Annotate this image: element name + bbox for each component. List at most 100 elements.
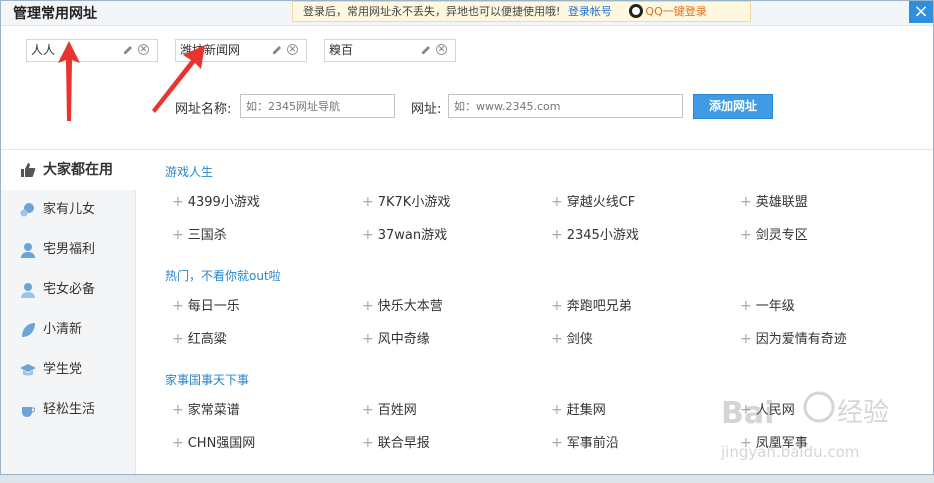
site-link[interactable]: + 剑侠 bbox=[551, 328, 593, 347]
site-name-input[interactable] bbox=[240, 94, 395, 118]
dialog-title: 管理常用网址 bbox=[13, 6, 97, 22]
site-link-label: 快乐大本营 bbox=[377, 299, 443, 314]
watermark-brand-cn: 经验 bbox=[837, 398, 889, 428]
section-title: 热门，不看你就out啦 bbox=[165, 269, 281, 283]
site-name-label: 网址名称: bbox=[175, 102, 232, 117]
red-arrow-annotation bbox=[58, 41, 80, 121]
site-link-label: 三国杀 bbox=[187, 228, 227, 243]
plus-icon[interactable]: + bbox=[551, 402, 563, 418]
family-icon bbox=[20, 203, 34, 217]
plus-icon[interactable]: + bbox=[172, 227, 184, 243]
saved-site-chip[interactable]: 人人 ✕ bbox=[26, 39, 158, 62]
site-url-input[interactable] bbox=[448, 94, 683, 118]
site-link-label: 穿越火线CF bbox=[566, 195, 636, 210]
sidebar-item-guys[interactable]: 宅男福利 bbox=[1, 230, 136, 270]
plus-icon[interactable]: + bbox=[740, 331, 752, 347]
notice-text: 登录后，常用网址永不丢失，异地也可以便捷使用哦! bbox=[303, 5, 561, 18]
plus-icon[interactable]: + bbox=[172, 298, 184, 314]
plus-icon[interactable]: + bbox=[172, 402, 184, 418]
sidebar-item-label: 大家都在用 bbox=[43, 162, 113, 178]
plus-icon[interactable]: + bbox=[362, 402, 374, 418]
plus-icon[interactable]: + bbox=[172, 435, 184, 451]
edit-pencil-icon[interactable] bbox=[421, 45, 431, 55]
site-link[interactable]: + 赶集网 bbox=[551, 399, 606, 418]
section-title: 游戏人生 bbox=[165, 165, 214, 179]
site-link[interactable]: + 一年级 bbox=[740, 295, 795, 314]
plus-icon[interactable]: + bbox=[740, 298, 752, 314]
plus-icon[interactable]: + bbox=[362, 331, 374, 347]
sidebar-item-lifestyle[interactable]: 轻松生活 bbox=[1, 390, 136, 430]
login-notice: 登录后，常用网址永不丢失，异地也可以便捷使用哦! 登录帐号 QQ一键登录 bbox=[292, 1, 751, 22]
sidebar-item-label: 学生党 bbox=[43, 362, 83, 377]
plus-icon[interactable]: + bbox=[362, 298, 374, 314]
site-link-label: 英雄联盟 bbox=[755, 195, 808, 210]
sidebar-item-family[interactable]: 家有儿女 bbox=[1, 190, 136, 230]
add-site-button[interactable]: 添加网址 bbox=[693, 94, 773, 119]
site-link[interactable]: + 英雄联盟 bbox=[740, 191, 808, 210]
site-link-label: 剑侠 bbox=[566, 332, 593, 347]
delete-icon[interactable]: ✕ bbox=[138, 44, 149, 55]
leaf-icon bbox=[22, 323, 35, 337]
close-button[interactable]: × bbox=[909, 1, 933, 23]
site-link[interactable]: + 风中奇缘 bbox=[362, 328, 430, 347]
site-link-label: CHN强国网 bbox=[187, 436, 256, 451]
site-link-label: 剑灵专区 bbox=[755, 228, 808, 243]
qq-login-label: QQ一键登录 bbox=[645, 5, 707, 18]
plus-icon[interactable]: + bbox=[740, 227, 752, 243]
plus-icon[interactable]: + bbox=[551, 331, 563, 347]
plus-icon[interactable]: + bbox=[551, 435, 563, 451]
edit-pencil-icon[interactable] bbox=[123, 45, 133, 55]
sidebar-item-popular[interactable]: 大家都在用 bbox=[1, 150, 137, 190]
delete-icon[interactable]: ✕ bbox=[436, 44, 447, 55]
site-link[interactable]: + 每日一乐 bbox=[172, 295, 240, 314]
site-link-label: 每日一乐 bbox=[187, 299, 240, 314]
plus-icon[interactable]: + bbox=[172, 194, 184, 210]
login-account-link[interactable]: 登录帐号 bbox=[568, 5, 612, 18]
sidebar-item-students[interactable]: 学生党 bbox=[1, 350, 136, 390]
plus-icon[interactable]: + bbox=[551, 298, 563, 314]
site-link[interactable]: + 剑灵专区 bbox=[740, 224, 808, 243]
category-sidebar: 大家都在用 家有儿女 宅男福利 宅女必备 小清新 学生党 轻松生活 bbox=[1, 150, 137, 474]
qq-login-link[interactable]: QQ一键登录 bbox=[629, 4, 707, 18]
edit-pencil-icon[interactable] bbox=[272, 45, 282, 55]
site-link[interactable]: + 快乐大本营 bbox=[362, 295, 443, 314]
sidebar-item-label: 家有儿女 bbox=[43, 202, 96, 217]
site-link[interactable]: + 家常菜谱 bbox=[172, 399, 240, 418]
site-link[interactable]: + 因为爱情有奇迹 bbox=[740, 328, 847, 347]
plus-icon[interactable]: + bbox=[740, 194, 752, 210]
site-link[interactable]: +4399小游戏 bbox=[172, 191, 260, 210]
delete-icon[interactable]: ✕ bbox=[287, 44, 298, 55]
sidebar-item-girls[interactable]: 宅女必备 bbox=[1, 270, 136, 310]
chip-label: 糗百 bbox=[329, 43, 354, 57]
site-link[interactable]: + 军事前沿 bbox=[551, 432, 619, 451]
site-link-label: 家常菜谱 bbox=[187, 403, 240, 418]
site-link-label: 37wan游戏 bbox=[377, 228, 448, 243]
divider bbox=[1, 149, 933, 150]
dialog-header: 管理常用网址 登录后，常用网址永不丢失，异地也可以便捷使用哦! 登录帐号 QQ一… bbox=[1, 1, 933, 26]
site-link[interactable]: + 百姓网 bbox=[362, 399, 417, 418]
site-link[interactable]: + 穿越火线CF bbox=[551, 191, 635, 210]
site-link-label: 联合早报 bbox=[377, 436, 430, 451]
site-link-label: 一年级 bbox=[755, 299, 795, 314]
plus-icon[interactable]: + bbox=[362, 435, 374, 451]
plus-icon[interactable]: + bbox=[551, 227, 563, 243]
saved-site-chip[interactable]: 糗百 ✕ bbox=[324, 39, 456, 62]
plus-icon[interactable]: + bbox=[551, 194, 563, 210]
qq-penguin-icon bbox=[629, 4, 644, 18]
site-link[interactable]: + 红高粱 bbox=[172, 328, 227, 347]
plus-icon[interactable]: + bbox=[362, 194, 374, 210]
site-link[interactable]: + 奔跑吧兄弟 bbox=[551, 295, 632, 314]
site-link[interactable]: + 联合早报 bbox=[362, 432, 430, 451]
baidu-jingyan-watermark: Bai 经验 jingyan.baidu.com bbox=[720, 391, 889, 461]
site-link[interactable]: + CHN强国网 bbox=[172, 432, 255, 451]
sidebar-item-fresh[interactable]: 小清新 bbox=[1, 310, 136, 350]
site-link[interactable]: +7K7K小游戏 bbox=[362, 191, 450, 210]
plus-icon[interactable]: + bbox=[172, 331, 184, 347]
site-link[interactable]: + 三国杀 bbox=[172, 224, 227, 243]
site-link[interactable]: +37wan游戏 bbox=[362, 224, 447, 243]
bottom-strip bbox=[0, 475, 934, 483]
site-link[interactable]: +2345小游戏 bbox=[551, 224, 639, 243]
sidebar-item-label: 宅女必备 bbox=[43, 282, 96, 297]
site-link-label: 百姓网 bbox=[377, 403, 417, 418]
plus-icon[interactable]: + bbox=[362, 227, 374, 243]
